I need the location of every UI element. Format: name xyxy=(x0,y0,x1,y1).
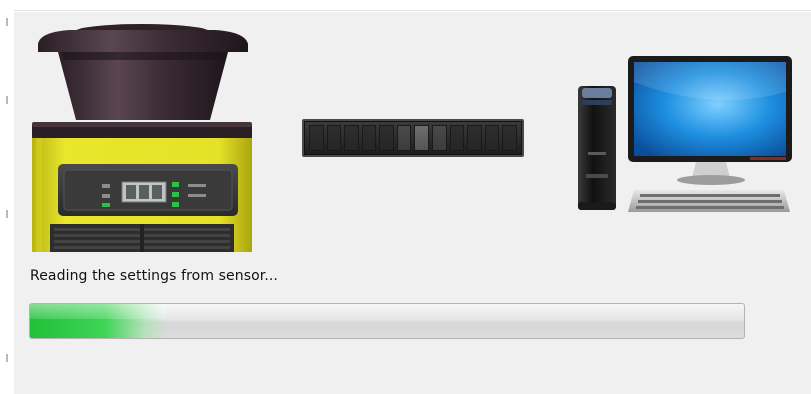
progress-bar-fill xyxy=(30,304,166,338)
transfer-segment xyxy=(379,125,394,151)
transfer-segment xyxy=(484,125,500,151)
edge-mark xyxy=(6,354,8,362)
status-message: Reading the settings from sensor... xyxy=(30,268,278,284)
transfer-segment xyxy=(432,125,447,151)
transfer-segment xyxy=(467,125,482,151)
desktop-computer-icon xyxy=(572,52,794,224)
top-divider xyxy=(14,10,811,11)
transfer-segment xyxy=(309,125,324,151)
transfer-segment xyxy=(449,125,465,151)
laser-scanner-sensor-icon xyxy=(30,24,255,252)
transfer-segment xyxy=(396,125,412,151)
transfer-segment xyxy=(502,125,517,151)
edge-mark xyxy=(6,96,8,104)
edge-mark xyxy=(6,210,8,218)
transfer-indicator-icon xyxy=(302,119,524,157)
transfer-segment xyxy=(326,125,342,151)
window-left-edge xyxy=(0,0,14,394)
progress-bar xyxy=(29,303,745,339)
transfer-segment xyxy=(344,125,359,151)
edge-mark xyxy=(6,18,8,26)
transfer-segment-active xyxy=(414,125,430,151)
transfer-segment xyxy=(361,125,377,151)
